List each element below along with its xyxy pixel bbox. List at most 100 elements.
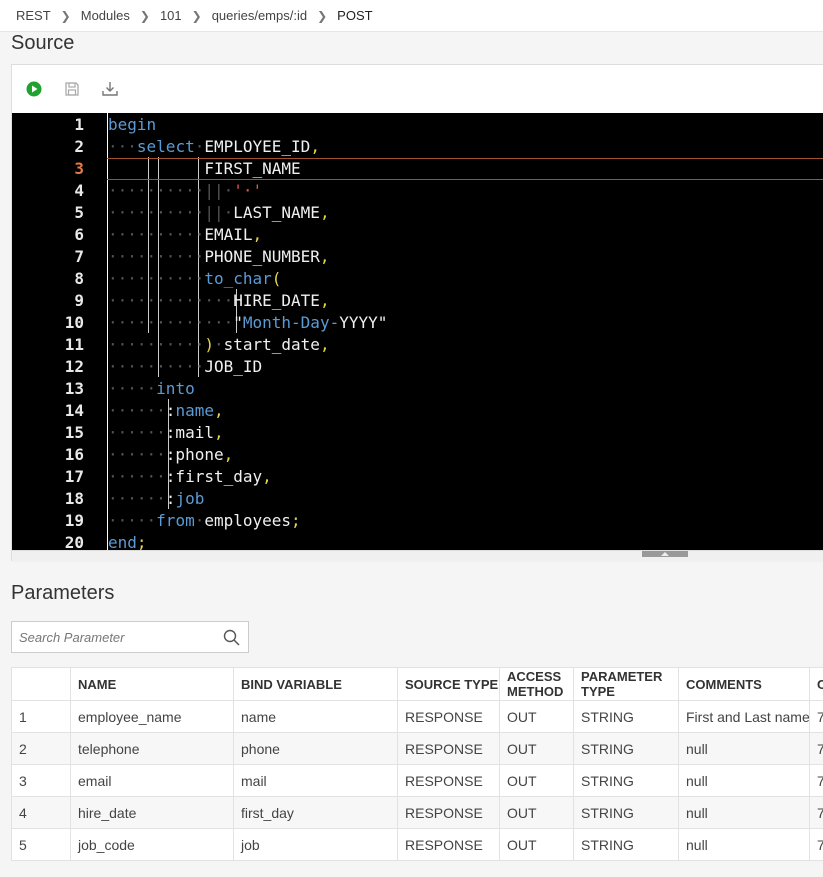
code-line: 4 ··········||·'·'	[12, 180, 823, 202]
code-text: ······:phone,	[108, 444, 233, 466]
line-number: 14	[64, 401, 84, 420]
code-token: ·····	[108, 511, 157, 530]
code-token: ,	[252, 225, 263, 244]
table-cell: 7	[809, 796, 823, 829]
code-text: ··········PHONE_NUMBER,	[108, 246, 330, 268]
breadcrumb-item-module-id[interactable]: 101	[160, 8, 182, 23]
line-number: 6	[74, 225, 84, 244]
run-button[interactable]	[24, 79, 44, 99]
code-token: '·'	[233, 181, 263, 200]
column-header[interactable]	[11, 667, 71, 701]
table-cell: job_code	[70, 828, 234, 861]
parameters-section-title: Parameters	[11, 582, 115, 604]
code-token: select	[136, 137, 195, 156]
code-line: 17 ······:first_day,	[12, 466, 823, 488]
column-header[interactable]: SOURCE TYPE	[397, 667, 500, 701]
table-cell: name	[233, 700, 398, 733]
table-cell: mail	[233, 764, 398, 797]
chevron-right-icon: ❯	[60, 8, 71, 23]
code-token: ··········	[108, 357, 205, 376]
code-text: end;	[108, 532, 147, 550]
breadcrumb-item-modules[interactable]: Modules	[81, 8, 130, 23]
table-cell: 7	[809, 828, 823, 861]
code-token: ;	[291, 511, 301, 530]
code-token: from	[156, 511, 195, 530]
code-line: 3 FIRST_NAME	[12, 158, 823, 180]
table-cell: email	[70, 764, 234, 797]
code-text: ······:mail,	[108, 422, 224, 444]
table-row[interactable]: 3emailmailRESPONSEOUTSTRINGnull7	[11, 764, 823, 797]
table-cell: 5	[11, 828, 71, 861]
table-row[interactable]: 2telephonephoneRESPONSEOUTSTRINGnull7	[11, 732, 823, 765]
code-text: ··········||·'·'	[108, 180, 262, 202]
line-number: 20	[64, 533, 84, 550]
code-editor[interactable]: 1 begin 2 ···select·EMPLOYEE_ID, 3 FIRST_NAM…	[12, 113, 823, 550]
code-token: :	[165, 401, 176, 420]
column-header[interactable]: BIND VARIABLE	[233, 667, 398, 701]
line-number: 18	[64, 489, 84, 508]
table-cell: RESPONSE	[397, 828, 500, 861]
code-token: employees	[204, 511, 292, 530]
line-number: 19	[64, 511, 84, 530]
search-parameter-box	[11, 621, 249, 653]
chevron-right-icon: ❯	[191, 8, 202, 23]
table-row[interactable]: 1 employee_name name RESPONSE OUT STRING First…	[11, 700, 823, 733]
table-cell: STRING	[573, 732, 679, 765]
table-cell: OUT	[499, 732, 574, 765]
column-header[interactable]: NAME	[70, 667, 234, 701]
code-token: ·····	[108, 379, 157, 398]
code-token: LAST_NAME	[233, 203, 320, 222]
save-button[interactable]	[62, 79, 82, 99]
table-row[interactable]: 5job_codejobRESPONSEOUTSTRINGnull7	[11, 828, 823, 861]
table-cell: OUT	[499, 764, 574, 797]
resize-handle[interactable]	[642, 551, 688, 557]
column-header[interactable]: PARAMETER TYPE	[573, 667, 679, 701]
code-token: ||	[204, 181, 224, 200]
code-token: ··········	[108, 335, 205, 354]
search-parameter-input[interactable]	[19, 629, 219, 645]
code-token: YYYY"	[339, 313, 388, 332]
code-token: ·	[194, 137, 205, 156]
line-number: 8	[74, 269, 84, 288]
code-line: 8 ··········to_char(	[12, 268, 823, 290]
code-token: ;	[136, 533, 147, 550]
code-token: name	[175, 401, 214, 420]
code-line: 20 end;	[12, 532, 823, 550]
search-icon[interactable]	[223, 629, 240, 646]
table-cell: hire_date	[70, 796, 234, 829]
breadcrumb-item-rest[interactable]: REST	[16, 8, 51, 23]
save-icon	[65, 82, 79, 96]
code-text: ·····into	[108, 378, 195, 400]
code-text: ······:job	[108, 488, 204, 510]
editor-resize-bar[interactable]	[12, 550, 823, 562]
code-token: Month-Day-	[242, 313, 340, 332]
code-line: 15 ······:mail,	[12, 422, 823, 444]
code-token: ,	[262, 467, 272, 486]
parameters-table: NAME BIND VARIABLE SOURCE TYPE ACCESS METHO…	[11, 667, 823, 861]
table-cell: 2	[11, 732, 71, 765]
table-cell: RESPONSE	[397, 764, 500, 797]
column-header[interactable]: COMMENTS	[678, 667, 810, 701]
code-token: ,	[213, 423, 224, 442]
table-row[interactable]: 4 hire_date first_day RESPONSE OUT STRING null…	[11, 796, 823, 829]
download-button[interactable]	[100, 79, 120, 99]
code-token: ,	[310, 137, 320, 156]
line-number: 5	[74, 203, 84, 222]
code-text: ··········JOB_ID	[108, 356, 262, 378]
code-text: ······:name,	[108, 400, 224, 422]
table-cell: OUT	[499, 796, 574, 829]
code-token: ,	[319, 203, 330, 222]
code-token: ·	[223, 181, 234, 200]
code-token: ······	[108, 423, 166, 442]
column-header[interactable]: ACCESS METHOD	[499, 667, 574, 701]
breadcrumb-item-template[interactable]: queries/emps/:id	[212, 8, 307, 23]
code-token: ······	[108, 489, 166, 508]
code-token: begin	[108, 115, 157, 134]
code-line: 7 ··········PHONE_NUMBER,	[12, 246, 823, 268]
code-token: ··········	[108, 181, 205, 200]
table-cell: RESPONSE	[397, 796, 500, 829]
column-header[interactable]: C	[809, 667, 823, 701]
table-cell: telephone	[70, 732, 234, 765]
code-line: 2 ···select·EMPLOYEE_ID,	[12, 136, 823, 158]
code-token: ,	[319, 291, 330, 310]
